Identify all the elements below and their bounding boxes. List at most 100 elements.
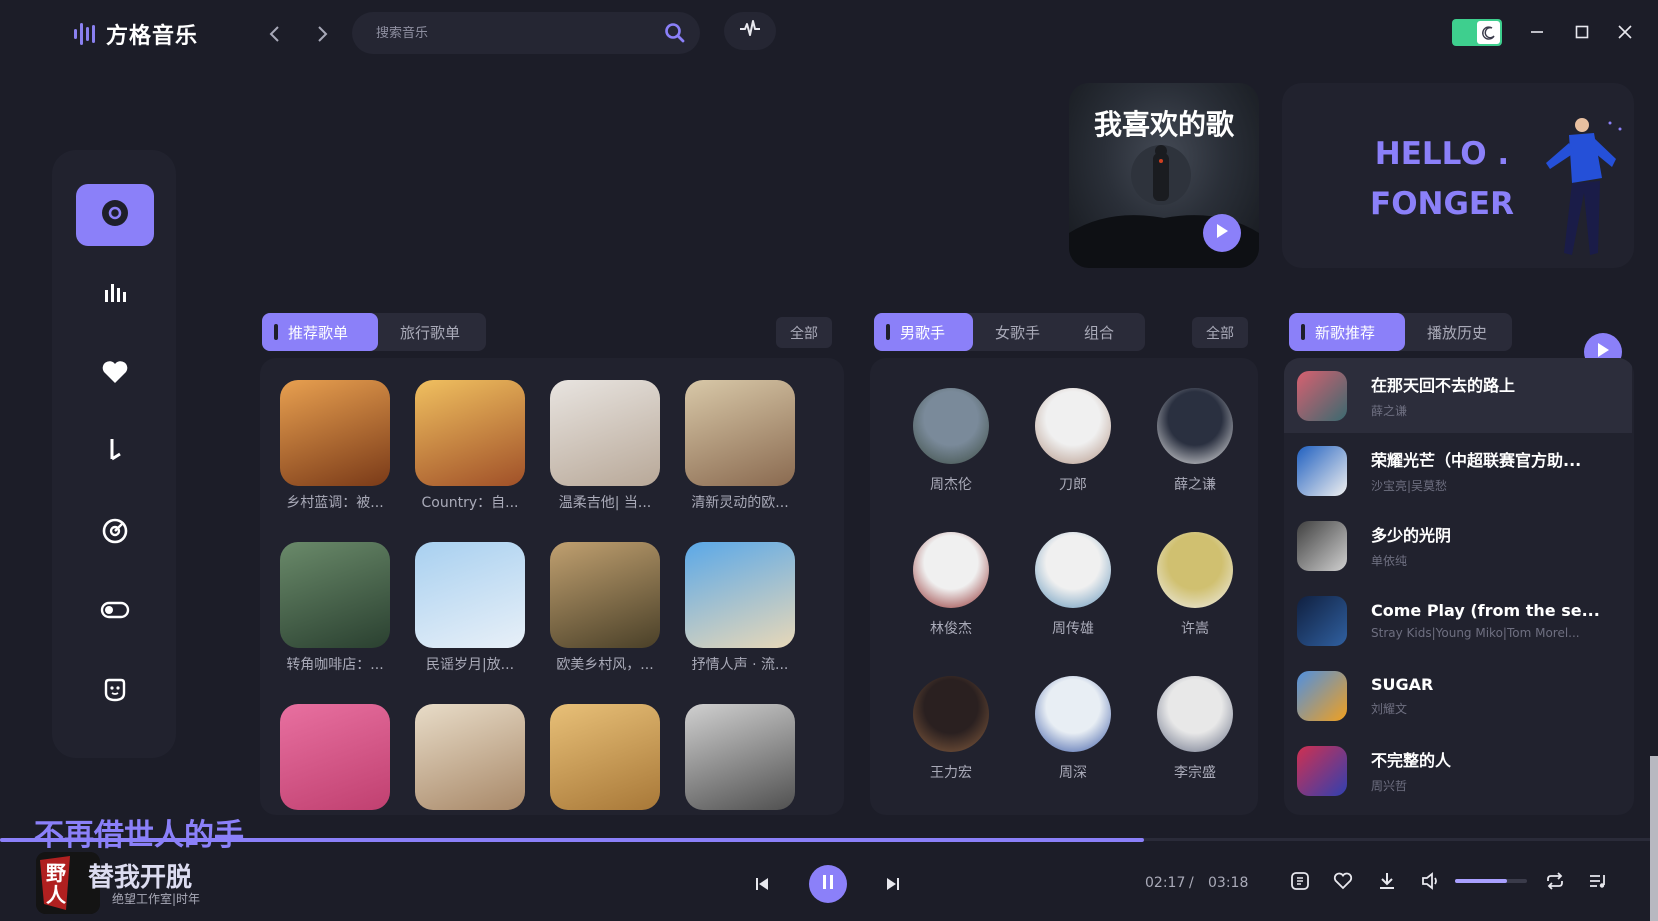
artists-all-button[interactable]: 全部 (1192, 317, 1248, 348)
artist-name: 周传雄 (1052, 621, 1094, 637)
artist-name: 薛之谦 (1174, 477, 1216, 493)
forward-arrow-icon[interactable] (310, 22, 334, 46)
maximize-button[interactable] (1569, 20, 1595, 46)
sidebar-item-radar[interactable] (76, 502, 154, 564)
playlist-cover[interactable] (280, 380, 390, 486)
now-playing-artist: 绝望工作室|时年 (112, 892, 201, 906)
playlist-cover[interactable] (280, 704, 390, 810)
tab-recommended-playlists[interactable]: 推荐歌单 (262, 313, 378, 351)
song-row[interactable]: SUGAR 刘耀文 (1284, 658, 1632, 733)
scrollbar[interactable] (1650, 756, 1658, 921)
playlist-queue-button[interactable] (1585, 870, 1611, 896)
tab-male-singers[interactable]: 男歌手 (874, 313, 973, 351)
playlist-cover[interactable] (415, 704, 525, 810)
previous-button[interactable] (745, 868, 779, 902)
artist-avatar[interactable] (913, 388, 989, 464)
artist-card[interactable]: 周传雄 (1012, 532, 1134, 676)
playlist-title: 温柔吉他| 当... (558, 495, 652, 511)
song-row[interactable]: 荣耀光芒（中超联赛官方助... 沙宝亮|吴莫愁 (1284, 433, 1632, 508)
playlist-cover[interactable] (415, 542, 525, 648)
playlist-cover[interactable] (685, 542, 795, 648)
artist-name: 刀郎 (1059, 477, 1087, 493)
playlist-cover[interactable] (685, 704, 795, 810)
song-title: 不完整的人 (1371, 751, 1452, 770)
playlist-card[interactable]: 清新灵动的欧... (685, 380, 795, 542)
playlist-card[interactable]: 抒情人声 · 流... (685, 542, 795, 704)
next-button[interactable] (876, 868, 910, 902)
playlist-card[interactable] (415, 704, 525, 815)
playlist-cover[interactable] (550, 542, 660, 648)
playlist-card[interactable]: Country：自... (415, 380, 525, 542)
playlist-cover[interactable] (280, 542, 390, 648)
search-icon[interactable] (664, 22, 686, 44)
artist-card[interactable]: 王力宏 (890, 676, 1012, 815)
artist-avatar[interactable] (913, 676, 989, 752)
waveform-button[interactable] (724, 12, 776, 50)
artist-avatar[interactable] (1035, 532, 1111, 608)
artist-avatar[interactable] (913, 532, 989, 608)
favorite-play-button[interactable] (1203, 214, 1241, 252)
search-input[interactable] (376, 25, 664, 41)
artist-avatar[interactable] (1157, 532, 1233, 608)
artist-card[interactable]: 李宗盛 (1134, 676, 1256, 815)
playlist-card[interactable] (550, 704, 660, 815)
artist-avatar[interactable] (1035, 676, 1111, 752)
close-button[interactable] (1612, 20, 1638, 46)
playlist-title: 清新灵动的欧... (691, 495, 789, 511)
sidebar-item-favorites[interactable] (76, 343, 154, 405)
artist-card[interactable]: 林俊杰 (890, 532, 1012, 676)
volume-level[interactable] (1455, 879, 1507, 883)
playlist-cover[interactable] (415, 380, 525, 486)
lyrics-button[interactable] (1287, 870, 1313, 896)
playlists-all-button[interactable]: 全部 (776, 317, 832, 348)
artist-name: 许嵩 (1181, 621, 1209, 637)
song-title: 多少的光阴 (1371, 526, 1452, 545)
playlist-cover[interactable] (550, 704, 660, 810)
download-button[interactable] (1374, 870, 1400, 896)
volume-button[interactable] (1418, 870, 1444, 896)
sidebar-item-settings-toggle[interactable] (76, 581, 154, 643)
repeat-button[interactable] (1542, 870, 1568, 896)
sidebar-item-profile[interactable] (76, 661, 154, 723)
playlist-card[interactable]: 乡村蓝调：被... (280, 380, 390, 542)
pause-button[interactable] (809, 865, 847, 903)
artist-avatar[interactable] (1157, 388, 1233, 464)
artist-card[interactable]: 刀郎 (1012, 388, 1134, 532)
playlist-card[interactable]: 民谣岁月|放... (415, 542, 525, 704)
song-row[interactable]: 多少的光阴 单依纯 (1284, 508, 1632, 583)
tab-play-history[interactable]: 播放历史 (1405, 313, 1509, 351)
song-row[interactable]: Come Play (from the se... Stray Kids|Youn… (1284, 583, 1632, 658)
tab-travel-playlists[interactable]: 旅行歌单 (378, 313, 482, 351)
playlist-card[interactable] (685, 704, 795, 815)
time-separator: / (1189, 875, 1194, 891)
artist-avatar[interactable] (1157, 676, 1233, 752)
progress-fill[interactable] (0, 838, 1145, 842)
back-arrow-icon[interactable] (263, 22, 287, 46)
artist-card[interactable]: 周深 (1012, 676, 1134, 815)
playlist-cover[interactable] (685, 380, 795, 486)
theme-toggle[interactable] (1452, 19, 1502, 46)
artist-card[interactable]: 薛之谦 (1134, 388, 1256, 532)
playlist-card[interactable]: 温柔吉他| 当... (550, 380, 660, 542)
artist-card[interactable]: 许嵩 (1134, 532, 1256, 676)
playlist-card[interactable]: 欧美乡村风，... (550, 542, 660, 704)
sidebar-item-music[interactable] (76, 422, 154, 484)
sidebar-item-charts[interactable] (76, 263, 154, 325)
artist-card[interactable]: 周杰伦 (890, 388, 1012, 532)
playlist-cover[interactable] (550, 380, 660, 486)
tab-new-songs[interactable]: 新歌推荐 (1289, 313, 1405, 351)
song-row[interactable]: 在那天回不去的路上 薛之谦 (1284, 358, 1632, 433)
tab-label: 推荐歌单 (288, 323, 349, 342)
playlist-title: 民谣岁月|放... (425, 657, 515, 673)
tab-groups[interactable]: 组合 (1062, 313, 1136, 351)
sidebar-item-discover[interactable] (76, 184, 154, 246)
like-button[interactable] (1330, 870, 1356, 896)
toggle-icon (100, 601, 130, 623)
playlist-card[interactable] (280, 704, 390, 815)
minimize-button[interactable] (1524, 20, 1550, 46)
tab-female-singers[interactable]: 女歌手 (973, 313, 1062, 351)
artist-avatar[interactable] (1035, 388, 1111, 464)
favorite-songs-card[interactable]: 我喜欢的歌 (1069, 83, 1259, 268)
song-row[interactable]: 不完整的人 周兴哲 (1284, 733, 1632, 808)
playlist-card[interactable]: 转角咖啡店：... (280, 542, 390, 704)
